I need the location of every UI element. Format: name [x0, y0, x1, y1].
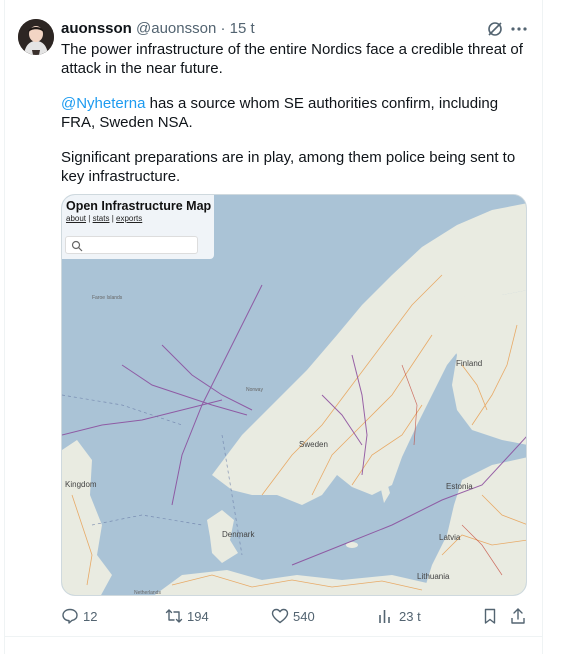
- tweet-paragraph-3: Significant preparations are in play, am…: [61, 149, 516, 185]
- map-label-denmark: Denmark: [222, 530, 255, 539]
- tweet-paragraph-2: @Nyheterna has a source whom SE authorit…: [61, 94, 523, 132]
- action-bar: 12 194 540 23 t: [61, 606, 531, 626]
- map-label-sweden: Sweden: [299, 440, 328, 449]
- map-label-netherlands: Netherlands: [134, 590, 161, 596]
- map-title: Open Infrastructure Map: [66, 199, 212, 213]
- tweet-header: auonsson @auonsson · 15 t: [61, 20, 255, 38]
- map-label-faroe: Faroe Islands: [92, 295, 123, 301]
- map-stats-link[interactable]: stats: [93, 214, 110, 223]
- mention-link[interactable]: @Nyheterna: [61, 95, 145, 112]
- like-button[interactable]: 540: [271, 606, 315, 626]
- avatar-image: [18, 19, 54, 55]
- map-link-separator: |: [111, 214, 114, 223]
- map-label-estonia: Estonia: [446, 482, 473, 491]
- timestamp[interactable]: 15 t: [230, 20, 255, 37]
- repost-count: 194: [187, 608, 209, 624]
- bookmark-icon: [484, 608, 496, 624]
- reply-icon: [62, 608, 78, 624]
- views-icon: [379, 610, 390, 623]
- map-about-link[interactable]: about: [66, 214, 86, 223]
- map-info-panel: Open Infrastructure Map about | stats | …: [62, 195, 214, 259]
- map-search-input[interactable]: [65, 236, 198, 254]
- divider: [4, 636, 543, 637]
- tweet-image[interactable]: Open Infrastructure Map about | stats | …: [61, 194, 527, 596]
- separator-dot: ·: [220, 20, 226, 37]
- avatar[interactable]: [18, 19, 54, 55]
- bookmark-button[interactable]: [481, 606, 503, 626]
- more-options-icon[interactable]: [510, 20, 528, 38]
- views-button[interactable]: 23 t: [377, 606, 421, 626]
- reply-button[interactable]: 12: [61, 606, 97, 626]
- grok-icon[interactable]: [486, 20, 504, 38]
- map-label-norway: Norway: [246, 387, 263, 393]
- user-handle[interactable]: @auonsson: [136, 20, 216, 37]
- tweet-paragraph-1: The power infrastructure of the entire N…: [61, 41, 523, 77]
- repost-button[interactable]: 194: [165, 606, 209, 626]
- map-label-latvia: Latvia: [439, 533, 461, 542]
- repost-icon: [165, 609, 183, 623]
- map-label-kingdom: Kingdom: [65, 480, 97, 489]
- reply-count: 12: [83, 608, 98, 624]
- views-count: 23 t: [399, 608, 421, 624]
- map-label-finland: Finland: [456, 359, 483, 368]
- map-links: about | stats | exports: [66, 214, 142, 223]
- like-count: 540: [293, 608, 315, 624]
- search-icon: [71, 240, 83, 252]
- display-name[interactable]: auonsson: [61, 20, 132, 37]
- map-link-separator: |: [88, 214, 91, 223]
- share-icon: [511, 608, 525, 624]
- map-label-lithuania: Lithuania: [417, 572, 450, 581]
- heart-icon: [271, 608, 289, 624]
- share-button[interactable]: [509, 606, 531, 626]
- map-exports-link[interactable]: exports: [116, 214, 142, 223]
